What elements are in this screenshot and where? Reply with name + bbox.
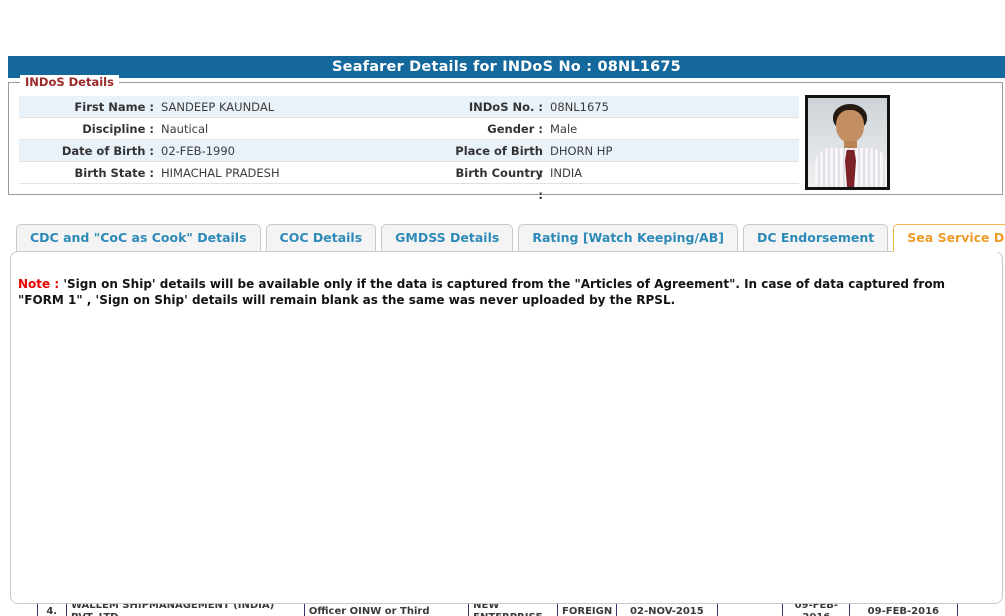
birth-country-value: INDIA xyxy=(550,166,583,180)
tab-gmdss-details[interactable]: GMDSS Details xyxy=(381,224,514,252)
indos-field-row: Date of Birth : 02-FEB-1990 Place of Bir… xyxy=(19,140,799,180)
tab-strip: CDC and "CoC as Cook" Details COC Detail… xyxy=(16,224,1005,252)
indos-no-label: INDoS No. : xyxy=(468,100,543,114)
gender-value: Male xyxy=(550,122,578,136)
tab-cdc-coc-as-cook-details[interactable]: CDC and "CoC as Cook" Details xyxy=(16,224,261,252)
page-title: Seafarer Details for INDoS No : 08NL1675 xyxy=(8,56,1005,78)
tab-dc-endorsement[interactable]: DC Endorsement xyxy=(742,224,889,252)
seafarer-photo xyxy=(805,95,890,190)
place-of-birth-label: Place of Birth : xyxy=(455,144,543,180)
place-of-birth-value: DHORN HP xyxy=(550,144,613,158)
first-name-value: SANDEEP KAUNDAL xyxy=(161,100,275,114)
indos-no-value: 08NL1675 xyxy=(550,100,609,114)
birth-state-value: HIMACHAL PRADESH xyxy=(161,166,280,180)
tab-sea-service-details[interactable]: Sea Service Details xyxy=(893,224,1005,252)
gender-label: Gender : xyxy=(487,122,543,136)
indos-details-rows: First Name : SANDEEP KAUNDAL INDoS No. :… xyxy=(19,96,799,202)
note-text: 'Sign on Ship' details will be available… xyxy=(18,277,946,307)
sign-on-ship-note: Note : 'Sign on Ship' details will be av… xyxy=(18,277,982,308)
indos-field-row: Birth State : HIMACHAL PRADESH Birth Cou… xyxy=(19,162,799,202)
date-of-birth-label: Date of Birth : xyxy=(61,144,154,158)
date-of-birth-value: 02-FEB-1990 xyxy=(161,144,235,158)
birth-country-label: Birth Country : xyxy=(455,166,543,202)
tab-rating-watch-keeping-ab[interactable]: Rating [Watch Keeping/AB] xyxy=(518,224,738,252)
tab-coc-details[interactable]: COC Details xyxy=(265,224,377,252)
discipline-label: Discipline : xyxy=(82,122,154,136)
discipline-value: Nautical xyxy=(161,122,209,136)
indos-field-row: First Name : SANDEEP KAUNDAL INDoS No. :… xyxy=(19,96,799,118)
first-name-label: First Name : xyxy=(74,100,154,114)
indos-field-row: Discipline : Nautical Gender : Male xyxy=(19,118,799,140)
note-prefix: Note : xyxy=(18,277,60,291)
indos-details-fieldset: INDoS Details First Name : SANDEEP KAUND… xyxy=(8,75,1003,202)
birth-state-label: Birth State : xyxy=(74,166,154,180)
indos-details-legend: INDoS Details xyxy=(20,75,119,89)
